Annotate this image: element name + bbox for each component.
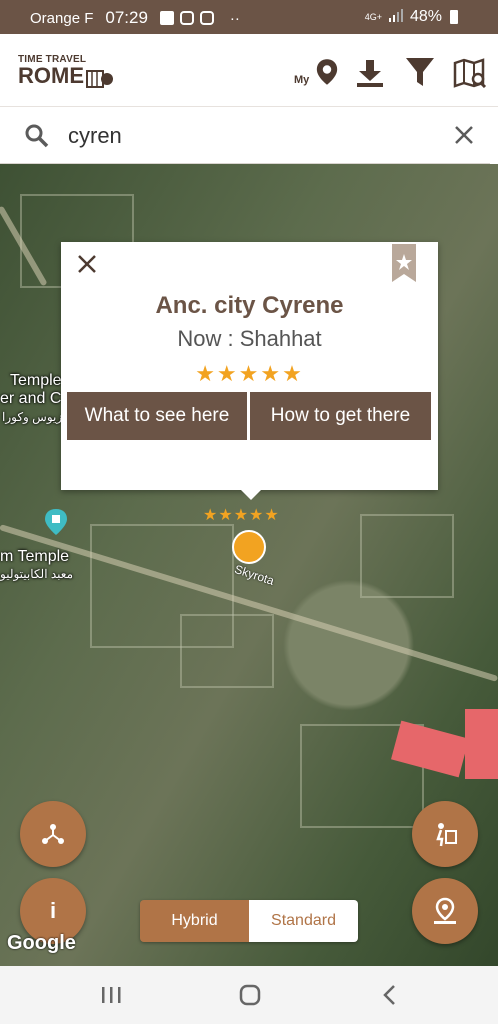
search-input[interactable]	[66, 119, 430, 153]
close-icon[interactable]	[77, 254, 97, 274]
map-type-standard[interactable]: Standard	[249, 900, 358, 942]
map-label-capitolium: m Temple	[0, 548, 70, 565]
walking-tour-icon	[436, 823, 457, 847]
instagram-icon-2	[199, 11, 214, 25]
place-rating-stars: ★★★★★	[195, 361, 304, 386]
map-search-icon	[453, 58, 487, 88]
signal-icon	[388, 8, 404, 26]
more-notifications: ··	[229, 9, 240, 27]
recent-apps-icon[interactable]	[96, 982, 126, 1008]
filter-icon	[406, 58, 434, 86]
site-rating-stars: ★★★★★	[203, 507, 280, 524]
add-place-button[interactable]	[412, 878, 478, 944]
message-icon	[159, 11, 174, 25]
system-nav-bar	[0, 966, 498, 1024]
info-icon: i	[49, 898, 57, 923]
home-icon[interactable]	[235, 982, 265, 1008]
app-logo: TIME TRAVEL ROME	[18, 54, 118, 94]
map-label-temple-2: er and C	[0, 390, 62, 407]
back-icon[interactable]	[376, 982, 406, 1008]
temple-pin-icon[interactable]	[44, 508, 68, 536]
search-icon	[25, 124, 49, 148]
site-marker-icon[interactable]	[232, 530, 266, 564]
google-attribution: Google	[7, 932, 76, 954]
network-icon	[42, 824, 64, 844]
map-search-button[interactable]	[452, 52, 488, 88]
pin-drop-icon	[434, 897, 456, 924]
carrier-label: Orange F	[30, 9, 94, 27]
map-label-temple-arabic: زيوس وكورا	[2, 410, 63, 424]
colosseum-logo-icon	[86, 70, 113, 88]
popup-pointer	[241, 490, 261, 500]
tour-guide-button[interactable]	[412, 801, 478, 867]
place-title: Anc. city Cyrene	[155, 292, 344, 319]
my-location-button[interactable]: My	[294, 52, 338, 88]
battery-percent: 48%	[409, 8, 442, 25]
battery-icon	[450, 10, 458, 24]
app-bar: TIME TRAVEL ROME My	[0, 34, 498, 106]
how-to-get-there-button[interactable]: How to get there	[250, 392, 431, 440]
clear-search-icon[interactable]	[452, 123, 476, 147]
what-to-see-button[interactable]: What to see here	[67, 392, 247, 440]
map-label-temple: Temple	[10, 372, 62, 389]
search-bar	[0, 106, 498, 165]
download-icon	[357, 60, 383, 87]
network-routes-button[interactable]	[20, 801, 86, 867]
map-type-toggle: Hybrid Standard	[140, 900, 358, 942]
ruin-outline	[360, 514, 454, 598]
place-modern-name: Now : Shahhat	[177, 326, 322, 351]
map-type-hybrid[interactable]: Hybrid	[140, 900, 249, 942]
filter-button[interactable]	[402, 52, 438, 88]
download-button[interactable]	[352, 52, 388, 88]
my-label: My	[294, 74, 310, 86]
map-label-capitolium-arabic: معبد الكابيتوليو	[0, 567, 74, 581]
building-roof	[465, 709, 498, 779]
network-indicator: 4G+	[364, 12, 382, 22]
status-bar: Orange F 07:29 ·· 4G+ 48%	[0, 0, 498, 34]
bookmark-star-icon[interactable]	[392, 244, 416, 282]
ruin-outline	[180, 614, 274, 688]
clock: 07:29	[105, 8, 148, 27]
instagram-icon	[179, 11, 194, 25]
location-pin-icon	[316, 59, 338, 85]
place-popup: Anc. city Cyrene Now : Shahhat ★★★★★ Wha…	[61, 242, 438, 500]
